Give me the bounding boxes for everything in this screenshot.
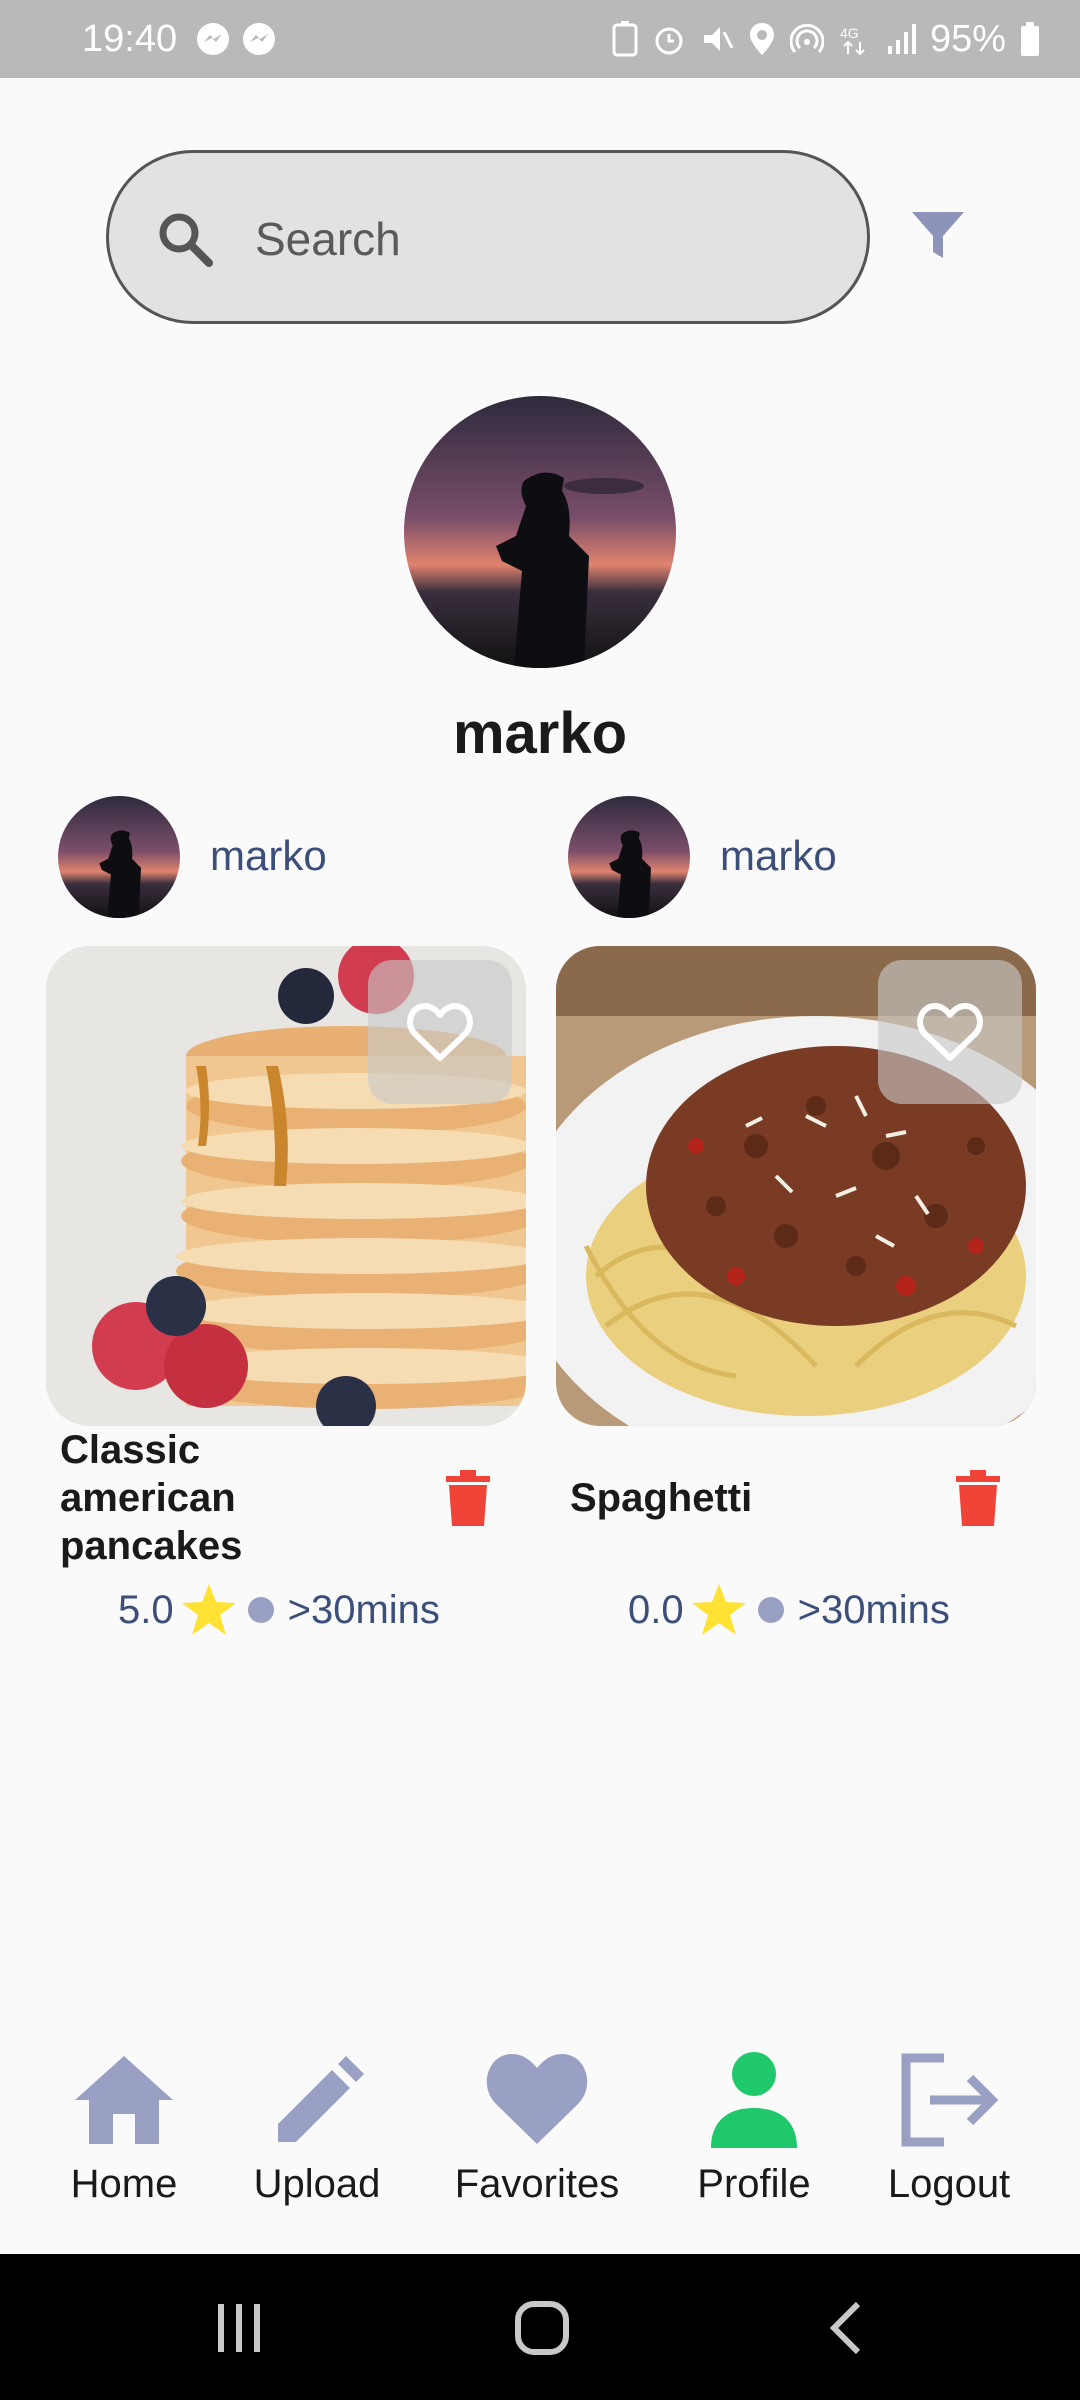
vibrate-icon (703, 27, 734, 51)
star-icon (691, 1584, 746, 1635)
cook-time: >30mins (287, 1587, 440, 1632)
nav-upload[interactable]: Upload (250, 2050, 384, 2207)
filter-icon[interactable] (908, 206, 968, 266)
recipe-title-line: Spaghetti (570, 1476, 753, 1520)
recipe-title-line: pancakes (60, 1524, 243, 1568)
recipe-title-line: american (60, 1476, 236, 1520)
signal-icon (887, 24, 916, 54)
pencil-icon (278, 2056, 364, 2142)
home-button-icon[interactable] (514, 2300, 570, 2356)
nav-label: Logout (887, 2162, 1011, 2206)
person-icon (711, 2052, 797, 2148)
recent-apps-icon[interactable] (214, 2300, 264, 2356)
logout-icon (901, 2053, 999, 2147)
home-icon (75, 2056, 173, 2144)
battery-icon (1021, 22, 1039, 56)
status-time: 19:40 (82, 18, 178, 60)
star-icon (181, 1584, 236, 1635)
cook-time: >30mins (797, 1587, 950, 1632)
author-name[interactable]: marko (720, 832, 837, 880)
nav-profile[interactable]: Profile (692, 2050, 816, 2207)
rating-value: 5.0 (118, 1587, 174, 1632)
recipe-title: Classic american pancakes (60, 1426, 242, 1570)
heart-icon (486, 2054, 588, 2144)
4g-icon: 4G (840, 25, 865, 56)
svg-text:4G: 4G (840, 25, 859, 41)
recipe-title-line: Classic (60, 1428, 201, 1472)
separator-dot (757, 1597, 784, 1623)
messenger-icon (243, 23, 275, 55)
nav-favorites[interactable]: Favorites (450, 2050, 624, 2207)
recipe-image-spaghetti[interactable] (556, 946, 1036, 1426)
back-icon[interactable] (826, 2300, 866, 2356)
separator-dot (247, 1597, 274, 1623)
heart-outline-icon (407, 1003, 473, 1061)
recipe-meta: 0.0 >30mins (628, 1580, 950, 1640)
delete-icon[interactable] (446, 1470, 490, 1526)
nav-label: Home (70, 2162, 178, 2206)
profile-name: marko (452, 701, 628, 766)
status-bar: 19:40 4G 95% (0, 0, 1080, 78)
search-bar[interactable] (106, 150, 870, 324)
heart-outline-icon (917, 1003, 983, 1061)
nav-label: Upload (253, 2162, 381, 2206)
nav-label: Profile (697, 2162, 811, 2206)
battery-percent: 95% (929, 17, 1006, 60)
battery-saver-icon (612, 21, 638, 57)
hotspot-icon (789, 23, 824, 53)
profile-avatar (404, 396, 676, 668)
favorite-button[interactable] (368, 960, 512, 1104)
status-icons: 4G 95% (612, 14, 1040, 64)
author-avatar[interactable] (568, 796, 690, 918)
recipe-image-pancakes[interactable] (46, 946, 526, 1426)
nav-logout[interactable]: Logout (882, 2050, 1016, 2207)
nav-home[interactable]: Home (62, 2050, 186, 2207)
favorite-button[interactable] (878, 960, 1022, 1104)
location-icon (749, 23, 774, 55)
recipe-title: Spaghetti (570, 1474, 752, 1522)
author-avatar[interactable] (58, 796, 180, 918)
messenger-icon (197, 23, 229, 55)
search-input[interactable] (253, 193, 817, 285)
nav-label: Favorites (454, 2162, 620, 2206)
recipe-meta: 5.0 >30mins (118, 1580, 440, 1640)
delete-icon[interactable] (956, 1470, 1000, 1526)
search-icon (159, 213, 213, 267)
system-navigation-bar (0, 2254, 1080, 2400)
author-name[interactable]: marko (210, 832, 327, 880)
alarm-icon (655, 27, 683, 55)
rating-value: 0.0 (628, 1587, 684, 1632)
